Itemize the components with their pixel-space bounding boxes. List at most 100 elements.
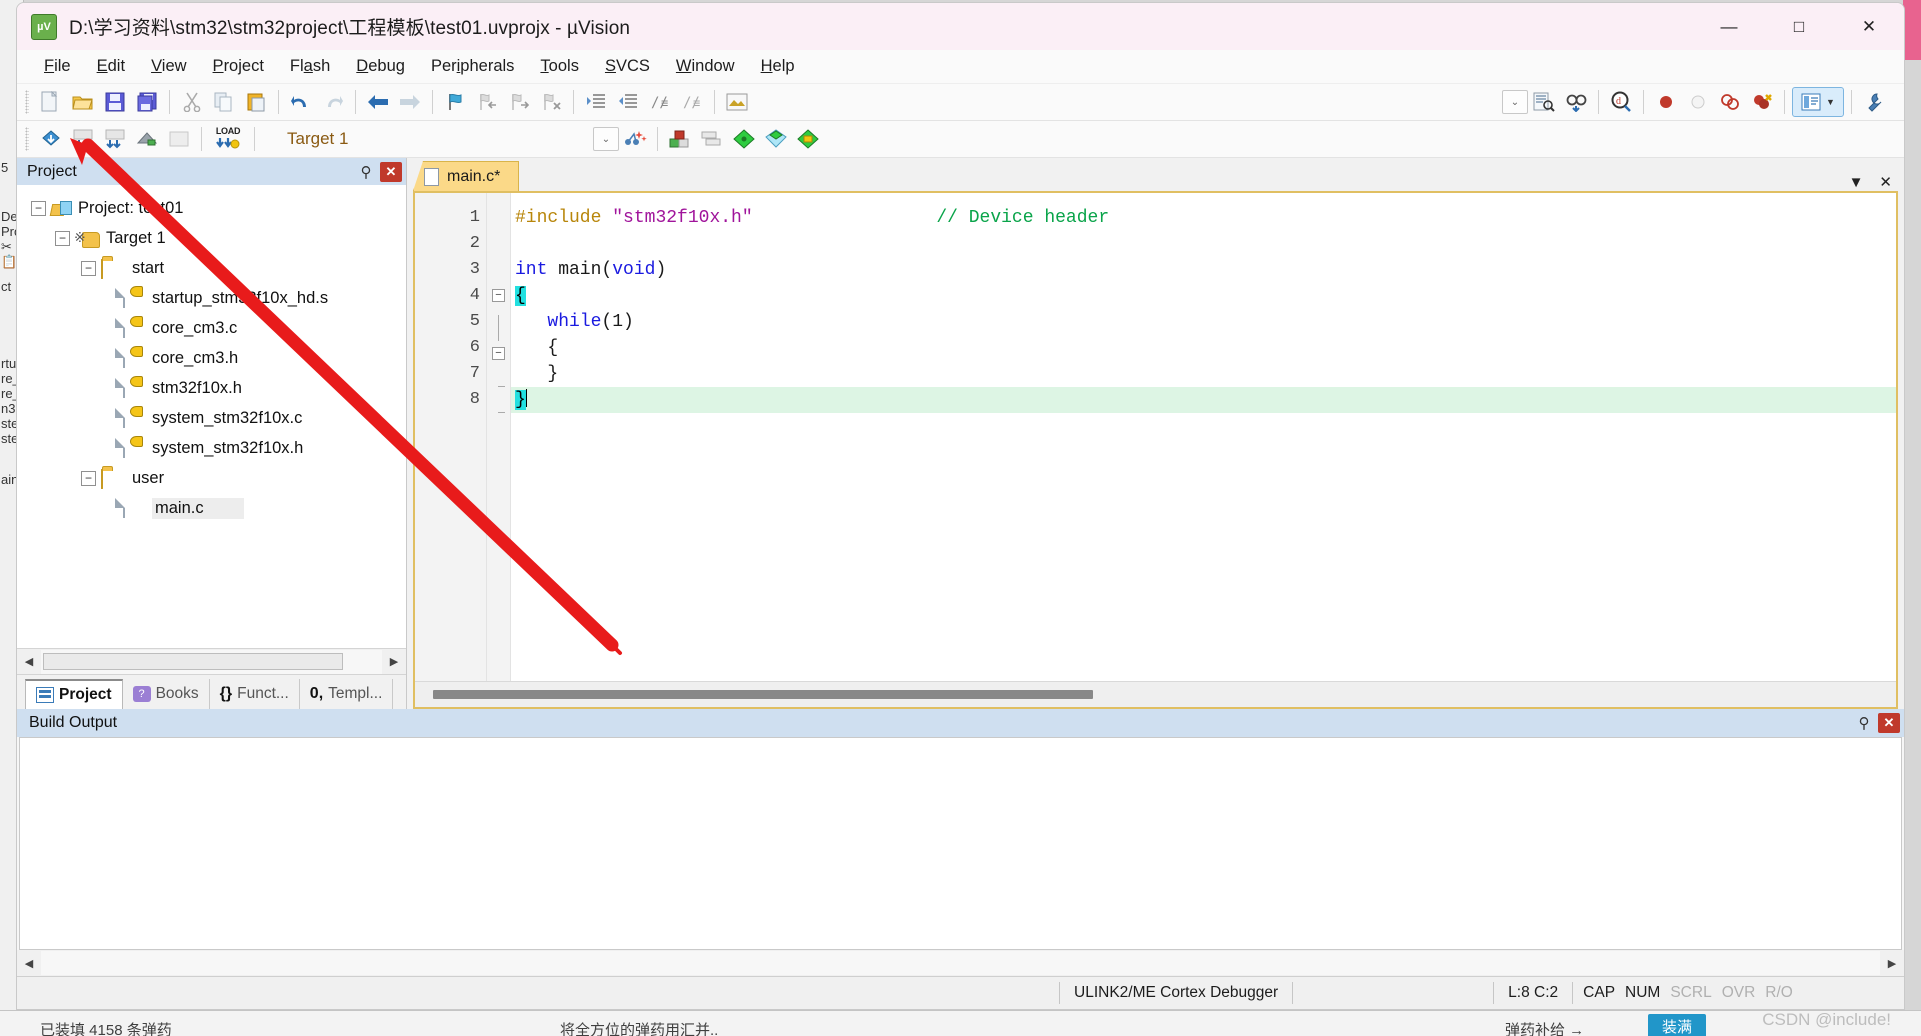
tree-item-group-user[interactable]: − user bbox=[23, 463, 406, 493]
tree-item-file-main-c[interactable]: main.c bbox=[23, 493, 406, 523]
menu-svcs[interactable]: SVCS bbox=[592, 53, 663, 80]
cut-icon[interactable] bbox=[177, 87, 207, 117]
scroll-right-icon[interactable]: ▶ bbox=[382, 649, 406, 674]
editor-hscrollbar[interactable] bbox=[415, 681, 1896, 707]
batch-build-icon[interactable] bbox=[132, 124, 162, 154]
configure-icon[interactable] bbox=[722, 87, 752, 117]
tree-item-group-start[interactable]: − start bbox=[23, 253, 406, 283]
download-icon[interactable]: LOAD bbox=[209, 124, 247, 154]
comment-icon[interactable]: //≡ bbox=[645, 87, 675, 117]
target-options-icon[interactable] bbox=[620, 124, 650, 154]
code-folding-gutter[interactable]: − − bbox=[487, 193, 511, 681]
save-icon[interactable] bbox=[100, 87, 130, 117]
menu-edit[interactable]: Edit bbox=[84, 53, 138, 80]
fold-toggle-icon[interactable]: − bbox=[492, 289, 505, 302]
kill-all-breakpoints-icon[interactable] bbox=[1747, 87, 1777, 117]
bookmark-toggle-icon[interactable] bbox=[440, 87, 470, 117]
menu-debug[interactable]: Debug bbox=[343, 53, 418, 80]
build-output-hscrollbar[interactable]: ◀ ▶ bbox=[17, 950, 1904, 976]
project-tree-hscrollbar[interactable]: ◀ ▶ bbox=[17, 648, 406, 674]
bookmark-clear-icon[interactable] bbox=[536, 87, 566, 117]
pin-icon[interactable]: ⚲ bbox=[356, 162, 376, 182]
tree-item-file[interactable]: stm32f10x.h bbox=[23, 373, 406, 403]
target-selector-label[interactable]: Target 1 bbox=[287, 129, 348, 149]
expander-toggle[interactable]: − bbox=[55, 230, 70, 246]
expander-toggle[interactable]: − bbox=[81, 260, 96, 276]
scroll-track[interactable] bbox=[41, 951, 1880, 975]
build-icon[interactable] bbox=[68, 124, 98, 154]
build-output-text[interactable] bbox=[19, 737, 1902, 950]
undo-icon[interactable] bbox=[286, 87, 316, 117]
tree-item-project[interactable]: − Project: test01 bbox=[23, 193, 406, 223]
toolbox-dropdown-icon[interactable]: ⌄ bbox=[1502, 90, 1528, 114]
save-all-icon[interactable] bbox=[132, 87, 162, 117]
menu-help[interactable]: Help bbox=[748, 53, 808, 80]
bookmark-next-icon[interactable] bbox=[504, 87, 534, 117]
navigate-forward-icon[interactable] bbox=[395, 87, 425, 117]
rebuild-icon[interactable] bbox=[100, 124, 130, 154]
close-button[interactable]: ✕ bbox=[1834, 3, 1904, 50]
find-icon[interactable]: d bbox=[1606, 87, 1636, 117]
disable-breakpoint-icon[interactable] bbox=[1683, 87, 1713, 117]
scroll-track[interactable] bbox=[41, 649, 382, 674]
code-area[interactable]: 1 2 3 4 5 6 7 8 − − #include "stm32f10x.… bbox=[415, 193, 1896, 681]
scroll-left-icon[interactable]: ◀ bbox=[17, 649, 41, 674]
project-panel-close-icon[interactable]: ✕ bbox=[380, 161, 402, 182]
menu-view[interactable]: View bbox=[138, 53, 199, 80]
manage-multi-project-icon[interactable] bbox=[697, 124, 727, 154]
copy-icon[interactable] bbox=[209, 87, 239, 117]
find-in-files-icon[interactable] bbox=[1529, 87, 1559, 117]
indent-icon[interactable] bbox=[581, 87, 611, 117]
pin-icon[interactable]: ⚲ bbox=[1854, 713, 1874, 733]
tab-functions[interactable]: {} Funct... bbox=[210, 679, 300, 709]
target-dropdown-chevron-down-icon[interactable]: ⌄ bbox=[593, 127, 619, 151]
configuration-wizard-icon[interactable] bbox=[1859, 87, 1889, 117]
menu-tools[interactable]: Tools bbox=[527, 53, 592, 80]
toolbar-grip[interactable] bbox=[25, 127, 29, 151]
open-file-icon[interactable] bbox=[68, 87, 98, 117]
pack-manage-icon[interactable] bbox=[793, 124, 823, 154]
editor-tab-main-c[interactable]: main.c* bbox=[413, 161, 520, 191]
bookmark-prev-icon[interactable] bbox=[472, 87, 502, 117]
tab-books[interactable]: Books bbox=[123, 679, 210, 709]
stop-build-icon[interactable] bbox=[164, 124, 194, 154]
new-file-icon[interactable] bbox=[36, 87, 66, 117]
tree-item-file[interactable]: core_cm3.h bbox=[23, 343, 406, 373]
insert-breakpoint-icon[interactable] bbox=[1651, 87, 1681, 117]
tree-item-file[interactable]: system_stm32f10x.h bbox=[23, 433, 406, 463]
outdent-icon[interactable] bbox=[613, 87, 643, 117]
tab-project[interactable]: Project bbox=[25, 679, 123, 709]
editor-close-icon[interactable]: ✕ bbox=[1879, 173, 1892, 191]
bg-bottom-button[interactable]: 装满 bbox=[1648, 1014, 1707, 1036]
tree-item-target[interactable]: − Target 1 bbox=[23, 223, 406, 253]
expander-toggle[interactable]: − bbox=[31, 200, 46, 216]
uncomment-icon[interactable]: //≡ bbox=[677, 87, 707, 117]
disable-all-breakpoints-icon[interactable] bbox=[1715, 87, 1745, 117]
minimize-button[interactable]: — bbox=[1694, 3, 1764, 50]
pack-installer-icon[interactable] bbox=[729, 124, 759, 154]
menu-file[interactable]: File bbox=[31, 53, 84, 80]
manage-runtime-env-icon[interactable] bbox=[761, 124, 791, 154]
tree-item-file[interactable]: system_stm32f10x.c bbox=[23, 403, 406, 433]
project-window-toggle-icon[interactable]: ▼ bbox=[1792, 87, 1844, 117]
scroll-thumb[interactable] bbox=[433, 690, 1093, 699]
menu-project[interactable]: Project bbox=[200, 53, 277, 80]
tree-item-file[interactable]: core_cm3.c bbox=[23, 313, 406, 343]
scroll-thumb[interactable] bbox=[43, 652, 343, 670]
translate-icon[interactable] bbox=[36, 124, 66, 154]
editor-dropdown-icon[interactable]: ▼ bbox=[1849, 174, 1864, 191]
menu-peripherals[interactable]: Peripherals bbox=[418, 53, 527, 80]
redo-icon[interactable] bbox=[318, 87, 348, 117]
toolbar-grip[interactable] bbox=[25, 90, 29, 114]
manage-project-items-icon[interactable] bbox=[665, 124, 695, 154]
navigate-back-icon[interactable] bbox=[363, 87, 393, 117]
tab-templates[interactable]: 0, Templ... bbox=[300, 679, 394, 709]
menu-flash[interactable]: Flash bbox=[277, 53, 343, 80]
maximize-button[interactable]: □ bbox=[1764, 3, 1834, 50]
code-text[interactable]: #include "stm32f10x.h" // Device header … bbox=[511, 193, 1896, 681]
tree-item-file[interactable]: startup_stm32f10x_hd.s bbox=[23, 283, 406, 313]
browse-symbol-icon[interactable] bbox=[1561, 87, 1591, 117]
expander-toggle[interactable]: − bbox=[81, 470, 96, 486]
fold-toggle-icon[interactable]: − bbox=[492, 347, 505, 360]
scroll-left-icon[interactable]: ◀ bbox=[17, 951, 41, 975]
